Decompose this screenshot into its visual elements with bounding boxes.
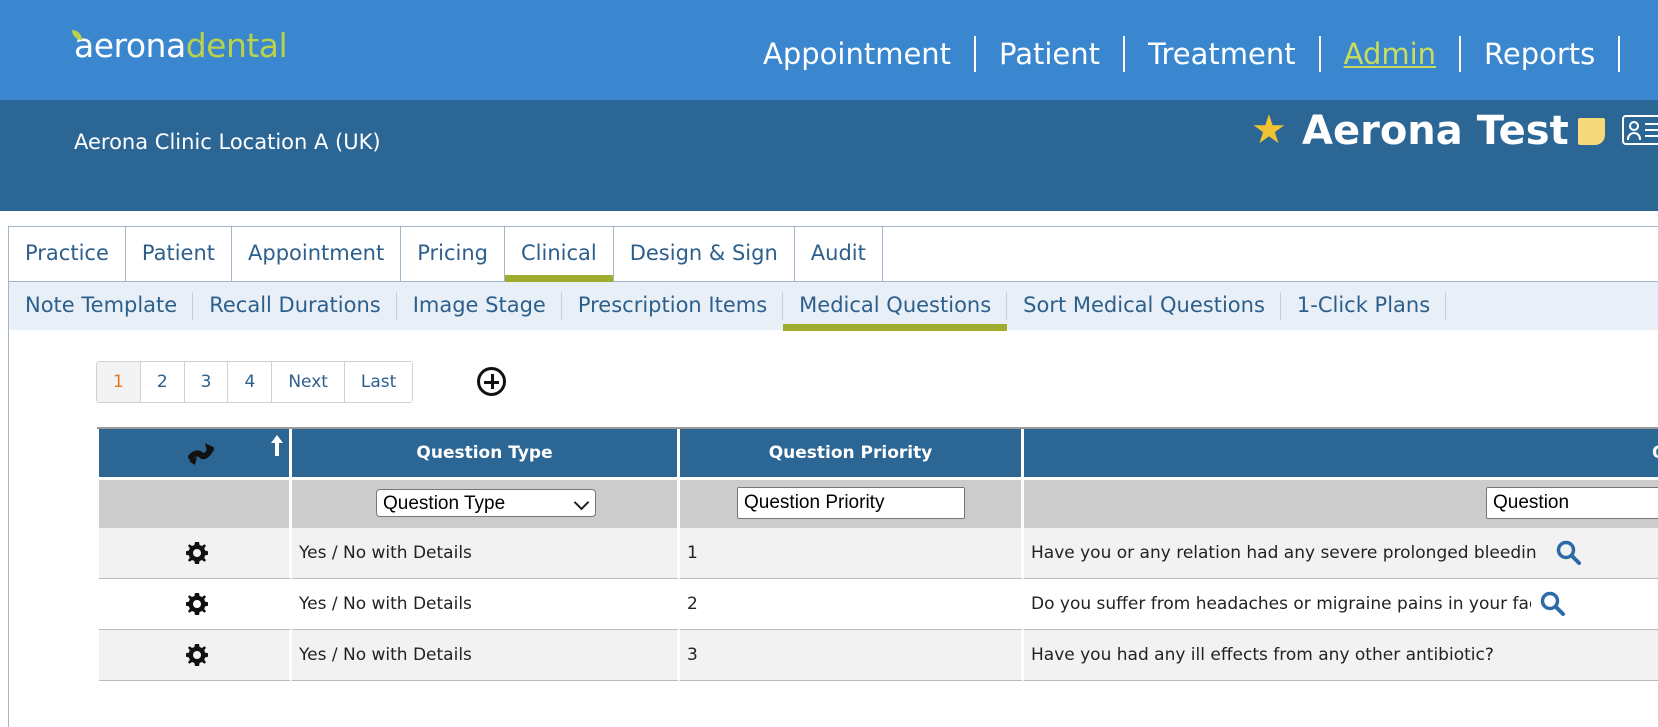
- card-line: [1645, 123, 1658, 125]
- question-type-cell: Yes / No with Details: [292, 579, 680, 630]
- table-row-actions: [99, 630, 292, 681]
- page-1[interactable]: 1: [97, 362, 141, 402]
- subtab-label: Sort Medical Questions: [1023, 293, 1265, 317]
- nav-appointment[interactable]: Appointment: [740, 32, 974, 76]
- patient-name[interactable]: Aerona Test: [1302, 104, 1569, 158]
- question-priority-cell: 3: [680, 630, 1024, 681]
- next-page-button[interactable]: Next: [272, 362, 345, 402]
- logo-text-dental: dental: [185, 26, 288, 65]
- card-head-shape: [1629, 121, 1639, 131]
- subtab-label: Medical Questions: [799, 293, 992, 317]
- page-4[interactable]: 4: [228, 362, 273, 402]
- tab-appointment[interactable]: Appointment: [232, 227, 402, 281]
- sub-tabs: Note Template Recall Durations Image Sta…: [9, 282, 1658, 331]
- question-type-filter-value: Question Type: [383, 493, 506, 514]
- table-row-actions: [99, 579, 292, 630]
- question-type-cell: Yes / No with Details: [292, 630, 680, 681]
- subtab-divider: [1445, 292, 1447, 320]
- pagination: 1 2 3 4 Next Last: [96, 361, 414, 403]
- question-cell: Have you or any relation had any severe …: [1024, 528, 1658, 579]
- nav-patient[interactable]: Patient: [976, 32, 1123, 76]
- question-priority-cell: 2: [680, 579, 1024, 630]
- question-text: Have you or any relation had any severe …: [1031, 543, 1536, 563]
- subtab-sort-medical-questions[interactable]: Sort Medical Questions: [1007, 282, 1281, 330]
- main-nav: Appointment Patient Treatment Admin Repo…: [740, 32, 1621, 76]
- logo-text-aerona: aerona: [74, 26, 186, 65]
- top-bar: aeronadental Appointment Patient Treatme…: [0, 0, 1658, 100]
- subtab-1-click-plans[interactable]: 1-Click Plans: [1281, 282, 1447, 330]
- nav-separator: [1618, 36, 1621, 72]
- page-3[interactable]: 3: [184, 362, 229, 402]
- card-body-shape: [1627, 132, 1641, 140]
- card-line: [1645, 135, 1658, 137]
- subtab-image-stage[interactable]: Image Stage: [397, 282, 562, 330]
- card-line: [1645, 129, 1658, 131]
- question-header[interactable]: Q: [1024, 429, 1658, 477]
- subtab-label: Recall Durations: [209, 293, 381, 317]
- question-priority-cell: 1: [680, 528, 1024, 579]
- subtab-recall-durations[interactable]: Recall Durations: [193, 282, 397, 330]
- tab-audit[interactable]: Audit: [795, 227, 883, 281]
- page-2[interactable]: 2: [140, 362, 185, 402]
- gear-icon[interactable]: [185, 643, 209, 667]
- question-type-cell: Yes / No with Details: [292, 528, 680, 579]
- filter-cell-priority: Question Priority: [680, 480, 1024, 528]
- question-type-filter[interactable]: Question Type: [376, 489, 596, 517]
- clinic-location[interactable]: Aerona Clinic Location A (UK): [74, 130, 381, 154]
- sort-up-icon[interactable]: [270, 434, 284, 458]
- last-page-button[interactable]: Last: [344, 362, 413, 402]
- clinic-bar: Aerona Clinic Location A (UK) ★ Aerona T…: [0, 100, 1658, 211]
- aerona-dental-logo[interactable]: aeronadental: [72, 26, 288, 66]
- nav-reports[interactable]: Reports: [1461, 32, 1618, 76]
- filter-cell-blank: [99, 480, 292, 528]
- search-icon[interactable]: [1540, 591, 1566, 617]
- chevron-down-icon: [573, 494, 590, 511]
- subtab-label: 1-Click Plans: [1296, 293, 1431, 317]
- question-filter[interactable]: Question: [1486, 487, 1658, 519]
- question-type-header[interactable]: Question Type: [292, 429, 680, 477]
- column-settings-header: [99, 429, 292, 477]
- subtab-label: Prescription Items: [577, 293, 768, 317]
- subtab-prescription-items[interactable]: Prescription Items: [562, 282, 784, 330]
- subtab-label: Image Stage: [412, 293, 546, 317]
- sticky-note-icon[interactable]: [1578, 118, 1605, 145]
- star-icon[interactable]: ★: [1251, 108, 1287, 152]
- drag-reorder-icon[interactable]: [185, 437, 217, 469]
- question-cell: Do you suffer from headaches or migraine…: [1024, 579, 1658, 630]
- filter-cell-type: Question Type: [292, 480, 680, 528]
- filter-cell-question: Question: [1024, 480, 1658, 528]
- question-cell: Have you had any ill effects from any ot…: [1024, 630, 1658, 681]
- main-tabs: Practice Patient Appointment Pricing Cli…: [9, 227, 1658, 282]
- patient-card-icon[interactable]: [1622, 115, 1658, 145]
- tab-practice[interactable]: Practice: [9, 227, 126, 281]
- question-priority-header[interactable]: Question Priority: [680, 429, 1024, 477]
- medical-questions-table: Question Type Question Priority Q Questi…: [97, 427, 1658, 681]
- subtab-note-template[interactable]: Note Template: [9, 282, 194, 330]
- question-priority-filter[interactable]: Question Priority: [737, 487, 965, 519]
- tab-clinical[interactable]: Clinical: [504, 227, 614, 282]
- search-icon[interactable]: [1556, 540, 1582, 566]
- add-question-icon[interactable]: [477, 367, 506, 396]
- subtab-label: Note Template: [25, 293, 178, 317]
- nav-admin[interactable]: Admin: [1321, 32, 1459, 76]
- gear-icon[interactable]: [185, 541, 209, 565]
- gear-icon[interactable]: [185, 592, 209, 616]
- question-text: Do you suffer from headaches or migraine…: [1031, 594, 1531, 614]
- nav-treatment[interactable]: Treatment: [1125, 32, 1319, 76]
- tab-pricing[interactable]: Pricing: [401, 227, 505, 281]
- tab-design-sign[interactable]: Design & Sign: [614, 227, 795, 281]
- subtab-medical-questions[interactable]: Medical Questions: [783, 282, 1008, 331]
- tab-patient[interactable]: Patient: [126, 227, 233, 281]
- table-row-actions: [99, 528, 292, 579]
- admin-panel: Practice Patient Appointment Pricing Cli…: [8, 226, 1658, 727]
